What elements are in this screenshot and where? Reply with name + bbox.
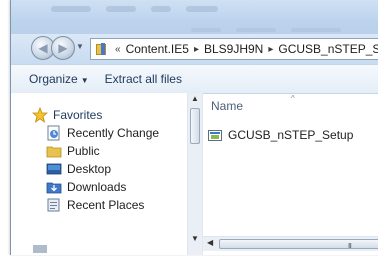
list-item[interactable]: GCUSB_nSTEP_Setup	[208, 126, 353, 144]
overflow-chevron[interactable]: «	[115, 44, 121, 55]
address-bar[interactable]: « Content.IE5 ▸ BLS9JH9N ▸ GCUSB_nSTEP_S…	[90, 38, 378, 60]
blurred-title-segment	[291, 28, 341, 32]
sidebar-item-favorites[interactable]: Favorites	[31, 106, 103, 124]
explorer-window: ◀ ▶ ▼ « Content.IE5 ▸ BLS9JH9N ▸ GCUSB_n…	[10, 0, 378, 255]
sidebar-item-desktop[interactable]: Desktop	[46, 160, 111, 178]
sidebar-item-label: Recent Places	[67, 198, 145, 212]
sidebar-item-label: Public	[67, 144, 100, 158]
file-name: GCUSB_nSTEP_Setup	[228, 128, 354, 142]
back-arrow-icon: ◀	[38, 41, 48, 55]
recent-changes-icon	[46, 125, 62, 141]
recent-places-icon	[46, 197, 62, 213]
blurred-title-segment	[106, 6, 136, 12]
blurred-title-segment	[191, 28, 221, 32]
sidebar-item-label: Recently Change	[67, 126, 160, 140]
star-icon	[31, 106, 49, 123]
navigation-pane: Favorites Recently Change Public Desktop	[11, 93, 187, 255]
scroll-up-icon[interactable]: ▲	[191, 94, 199, 103]
chevron-down-icon: ▼	[80, 76, 89, 85]
column-header[interactable]: ^ Name	[203, 93, 378, 118]
file-list-pane: ^ Name GCUSB_nSTEP_Setup	[203, 93, 378, 255]
blurred-title-segment	[236, 28, 276, 32]
folder-icon	[32, 237, 48, 253]
breadcrumb-segment[interactable]: BLS9JH9N	[204, 42, 263, 56]
scroll-down-icon[interactable]: ▼	[191, 234, 199, 243]
scroll-grip: III	[348, 243, 352, 250]
column-header-name[interactable]: Name	[211, 99, 243, 118]
desktop-icon	[46, 161, 62, 177]
recent-pages-dropdown[interactable]: ▼	[76, 42, 86, 54]
sidebar-item-label: Downloads	[67, 180, 127, 194]
scroll-left-icon[interactable]: ◀	[207, 238, 213, 247]
blurred-title-segment	[186, 6, 218, 12]
sidebar-item-label: Favorites	[53, 108, 103, 122]
horizontal-scrollbar[interactable]: ◀ III	[203, 236, 378, 251]
breadcrumb-separator[interactable]: ▸	[194, 44, 199, 55]
breadcrumb-segment[interactable]: Content.IE5	[126, 42, 189, 56]
navigation-pane-scrollbar[interactable]: ▲ ▼	[187, 93, 202, 255]
extract-all-button[interactable]: Extract all files	[97, 72, 190, 86]
scrollbar-thumb[interactable]: III	[219, 239, 378, 250]
scrollbar-thumb[interactable]	[190, 108, 200, 144]
sidebar-item-partial	[32, 236, 53, 254]
forward-arrow-icon: ▶	[58, 41, 68, 55]
sidebar-item-recently-changed[interactable]: Recently Change	[46, 124, 159, 142]
sidebar-item-public[interactable]: Public	[46, 142, 100, 160]
breadcrumb-separator[interactable]: ▸	[268, 44, 273, 55]
blurred-title-segment	[51, 6, 91, 12]
folder-icon	[46, 143, 62, 159]
organize-button[interactable]: Organize ▼	[21, 72, 97, 86]
breadcrumb-segment[interactable]: GCUSB_nSTEP_Set	[278, 42, 378, 56]
sidebar-item-downloads[interactable]: Downloads	[46, 178, 126, 196]
chevron-down-icon: ▼	[76, 42, 84, 51]
organize-label: Organize	[29, 72, 78, 86]
command-toolbar: Organize ▼ Extract all files	[11, 64, 378, 94]
sidebar-item-label: Desktop	[67, 162, 112, 176]
downloads-icon	[46, 179, 62, 195]
navigation-row: ◀ ▶ ▼ « Content.IE5 ▸ BLS9JH9N ▸ GCUSB_n…	[11, 34, 378, 64]
installer-icon	[208, 129, 222, 141]
sidebar-item-recent-places[interactable]: Recent Places	[46, 196, 144, 214]
forward-button[interactable]: ▶	[51, 36, 75, 60]
blurred-title-segment	[151, 6, 171, 12]
sort-ascending-icon: ^	[291, 94, 295, 103]
zip-folder-icon	[95, 42, 109, 56]
